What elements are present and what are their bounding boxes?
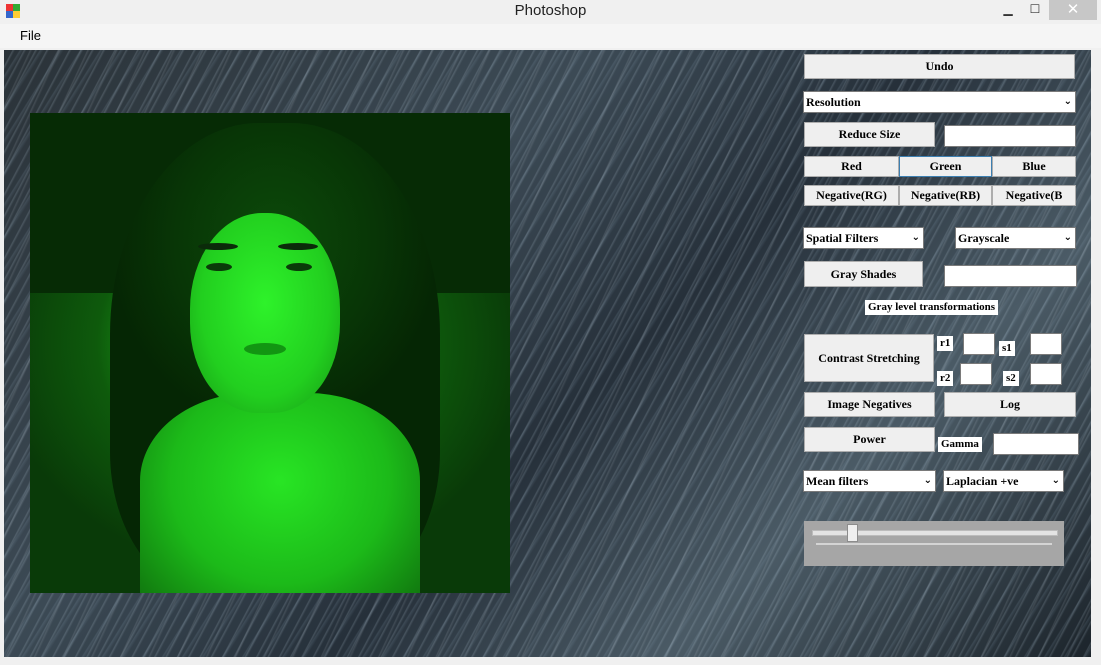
r1-label: r1 (937, 336, 954, 351)
slider-panel (804, 521, 1064, 566)
negative-b-button[interactable]: Negative(B (992, 185, 1076, 206)
red-channel-button[interactable]: Red (804, 156, 899, 177)
title-bar: Photoshop ▁ ☐ ✕ (0, 0, 1101, 24)
chevron-down-icon: ⌄ (1063, 232, 1072, 243)
close-button[interactable]: ✕ (1049, 0, 1097, 20)
contrast-stretching-button[interactable]: Contrast Stretching (804, 334, 934, 382)
power-button[interactable]: Power (804, 427, 935, 452)
chevron-down-icon: ⌄ (923, 475, 932, 486)
gray-shades-input[interactable] (944, 265, 1077, 287)
reduce-size-button[interactable]: Reduce Size (804, 122, 935, 147)
green-channel-button[interactable]: Green (899, 156, 992, 177)
laplacian-select[interactable]: Laplacian +ve ⌄ (943, 470, 1064, 492)
undo-button[interactable]: Undo (804, 54, 1075, 79)
slider-ticks (816, 543, 1052, 545)
chevron-down-icon: ⌄ (1051, 475, 1060, 486)
resolution-select[interactable]: Resolution ⌄ (803, 91, 1076, 113)
r1-input[interactable] (963, 333, 995, 355)
photo-shoulders (140, 393, 420, 593)
photo-eye-right (286, 263, 312, 271)
gamma-label: Gamma (938, 437, 982, 452)
reduce-size-input[interactable] (944, 125, 1076, 147)
window-title: Photoshop (514, 2, 587, 19)
image-negatives-button[interactable]: Image Negatives (804, 392, 935, 417)
s2-label: s2 (1003, 371, 1019, 386)
image-preview (30, 113, 510, 593)
r2-label: r2 (937, 371, 954, 386)
s1-input[interactable] (1030, 333, 1062, 355)
photo-brow-left (198, 243, 238, 250)
menu-bar: File (0, 24, 1101, 48)
negative-rb-button[interactable]: Negative(RB) (899, 185, 992, 206)
mean-filters-select[interactable]: Mean filters ⌄ (803, 470, 936, 492)
gray-level-transformations-label: Gray level transformations (865, 300, 999, 315)
photo-brow-right (278, 243, 318, 250)
negative-rg-button[interactable]: Negative(RG) (804, 185, 899, 206)
blue-channel-button[interactable]: Blue (992, 156, 1076, 177)
gray-shades-button[interactable]: Gray Shades (804, 261, 923, 287)
log-button[interactable]: Log (944, 392, 1076, 417)
chevron-down-icon: ⌄ (1063, 96, 1072, 107)
status-strip (0, 657, 1101, 665)
chevron-down-icon: ⌄ (911, 232, 920, 243)
s2-input[interactable] (1030, 363, 1062, 385)
minimize-button[interactable]: ▁ (995, 0, 1021, 20)
grayscale-select[interactable]: Grayscale ⌄ (955, 227, 1076, 249)
maximize-button[interactable]: ☐ (1022, 0, 1048, 20)
spatial-filters-select[interactable]: Spatial Filters ⌄ (803, 227, 924, 249)
slider-thumb[interactable] (847, 524, 859, 542)
photo-lips (244, 343, 286, 355)
gamma-input[interactable] (993, 433, 1079, 455)
r2-input[interactable] (960, 363, 992, 385)
photo-eye-left (206, 263, 232, 271)
menu-file[interactable]: File (14, 28, 47, 43)
s1-label: s1 (999, 341, 1015, 356)
